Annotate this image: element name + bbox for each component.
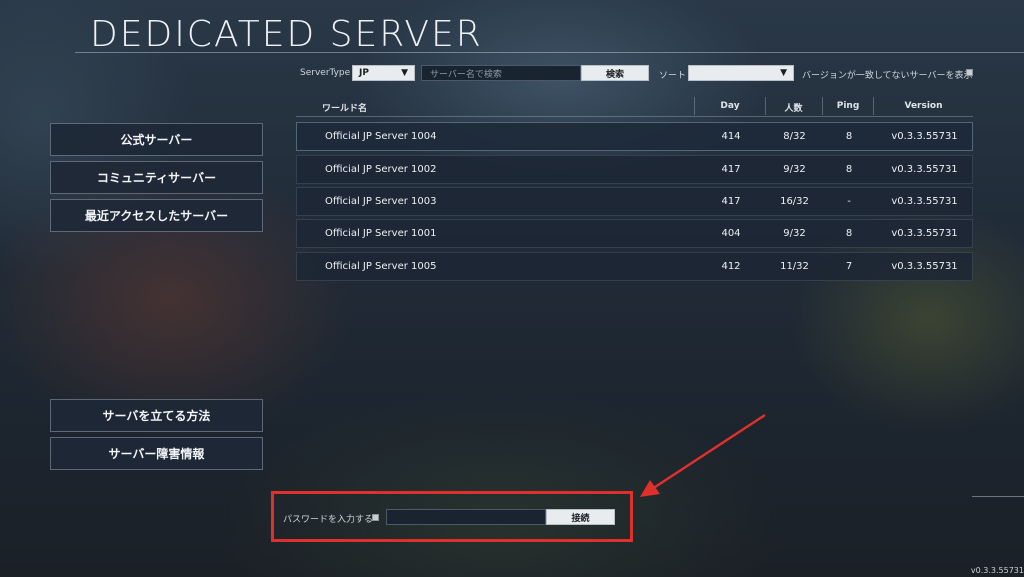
sort-select[interactable]: ▼ [688, 65, 794, 81]
title-divider [75, 52, 1024, 53]
chevron-down-icon: ▼ [780, 68, 787, 78]
table-row[interactable]: Official JP Server 1005 412 11/32 7 v0.3… [296, 252, 973, 281]
ping-value: - [847, 196, 851, 207]
players-value: 9/32 [783, 228, 806, 239]
world-name: Official JP Server 1004 [325, 131, 437, 142]
column-header-world[interactable]: ワールド名 [322, 101, 367, 114]
page-title: DEDICATED SERVER [90, 14, 483, 55]
connect-button[interactable]: 接続 [546, 509, 615, 525]
version-value: v0.3.3.55731 [891, 228, 958, 239]
password-input[interactable] [386, 509, 546, 525]
day-value: 404 [721, 228, 741, 239]
sidebar-item-community-servers[interactable]: コミュニティサーバー [50, 161, 263, 194]
search-input[interactable]: サーバー名で検索 [421, 65, 581, 81]
players-value: 16/32 [780, 196, 809, 207]
ping-value: 8 [845, 131, 853, 142]
server-type-value: JP [359, 68, 369, 78]
version-mismatch-checkbox[interactable] [966, 69, 973, 76]
world-name: Official JP Server 1003 [325, 196, 437, 207]
search-placeholder: サーバー名で検索 [430, 69, 502, 80]
day-value: 412 [721, 261, 741, 272]
day-value: 417 [721, 196, 741, 207]
column-separator [694, 97, 695, 115]
server-type-select[interactable]: JP ▼ [352, 65, 415, 81]
world-name: Official JP Server 1005 [325, 261, 437, 272]
chevron-down-icon: ▼ [401, 68, 408, 78]
ping-value: 8 [845, 228, 853, 239]
version-value: v0.3.3.55731 [891, 196, 958, 207]
column-header-version[interactable]: Version [874, 101, 973, 111]
table-header-divider [296, 116, 973, 117]
version-value: v0.3.3.55731 [891, 131, 958, 142]
column-header-players[interactable]: 人数 [766, 101, 821, 114]
decorative-line [972, 496, 1024, 497]
day-value: 417 [721, 164, 741, 175]
password-checkbox[interactable] [372, 514, 379, 521]
server-status-button[interactable]: サーバー障害情報 [50, 437, 263, 470]
server-type-label: ServerType [300, 68, 351, 78]
day-value: 414 [721, 131, 741, 142]
players-value: 11/32 [780, 261, 809, 272]
world-name: Official JP Server 1001 [325, 228, 437, 239]
sidebar-item-official-servers[interactable]: 公式サーバー [50, 123, 263, 156]
arrow-annotation-icon [640, 413, 766, 497]
version-value: v0.3.3.55731 [891, 164, 958, 175]
game-version: v0.3.3.55731 [970, 566, 1024, 575]
version-value: v0.3.3.55731 [891, 261, 958, 272]
ping-value: 7 [845, 261, 853, 272]
table-row[interactable]: Official JP Server 1002 417 9/32 8 v0.3.… [296, 155, 973, 184]
search-button[interactable]: 検索 [581, 65, 649, 81]
table-row[interactable]: Official JP Server 1003 417 16/32 - v0.3… [296, 187, 973, 216]
sidebar-item-recent-servers[interactable]: 最近アクセスしたサーバー [50, 199, 263, 232]
how-to-host-button[interactable]: サーバを立てる方法 [50, 399, 263, 432]
column-header-day[interactable]: Day [700, 101, 760, 111]
column-header-ping[interactable]: Ping [823, 101, 873, 111]
table-row[interactable]: Official JP Server 1001 404 9/32 8 v0.3.… [296, 219, 973, 248]
players-value: 9/32 [783, 164, 806, 175]
table-row[interactable]: Official JP Server 1004 414 8/32 8 v0.3.… [296, 122, 973, 151]
ping-value: 8 [845, 164, 853, 175]
players-value: 8/32 [783, 131, 806, 142]
version-mismatch-label: バージョンが一致してないサーバーを表示 [802, 71, 973, 81]
sort-label: ソート [659, 71, 687, 81]
world-name: Official JP Server 1002 [325, 164, 437, 175]
password-label: パスワードを入力する [283, 515, 374, 525]
